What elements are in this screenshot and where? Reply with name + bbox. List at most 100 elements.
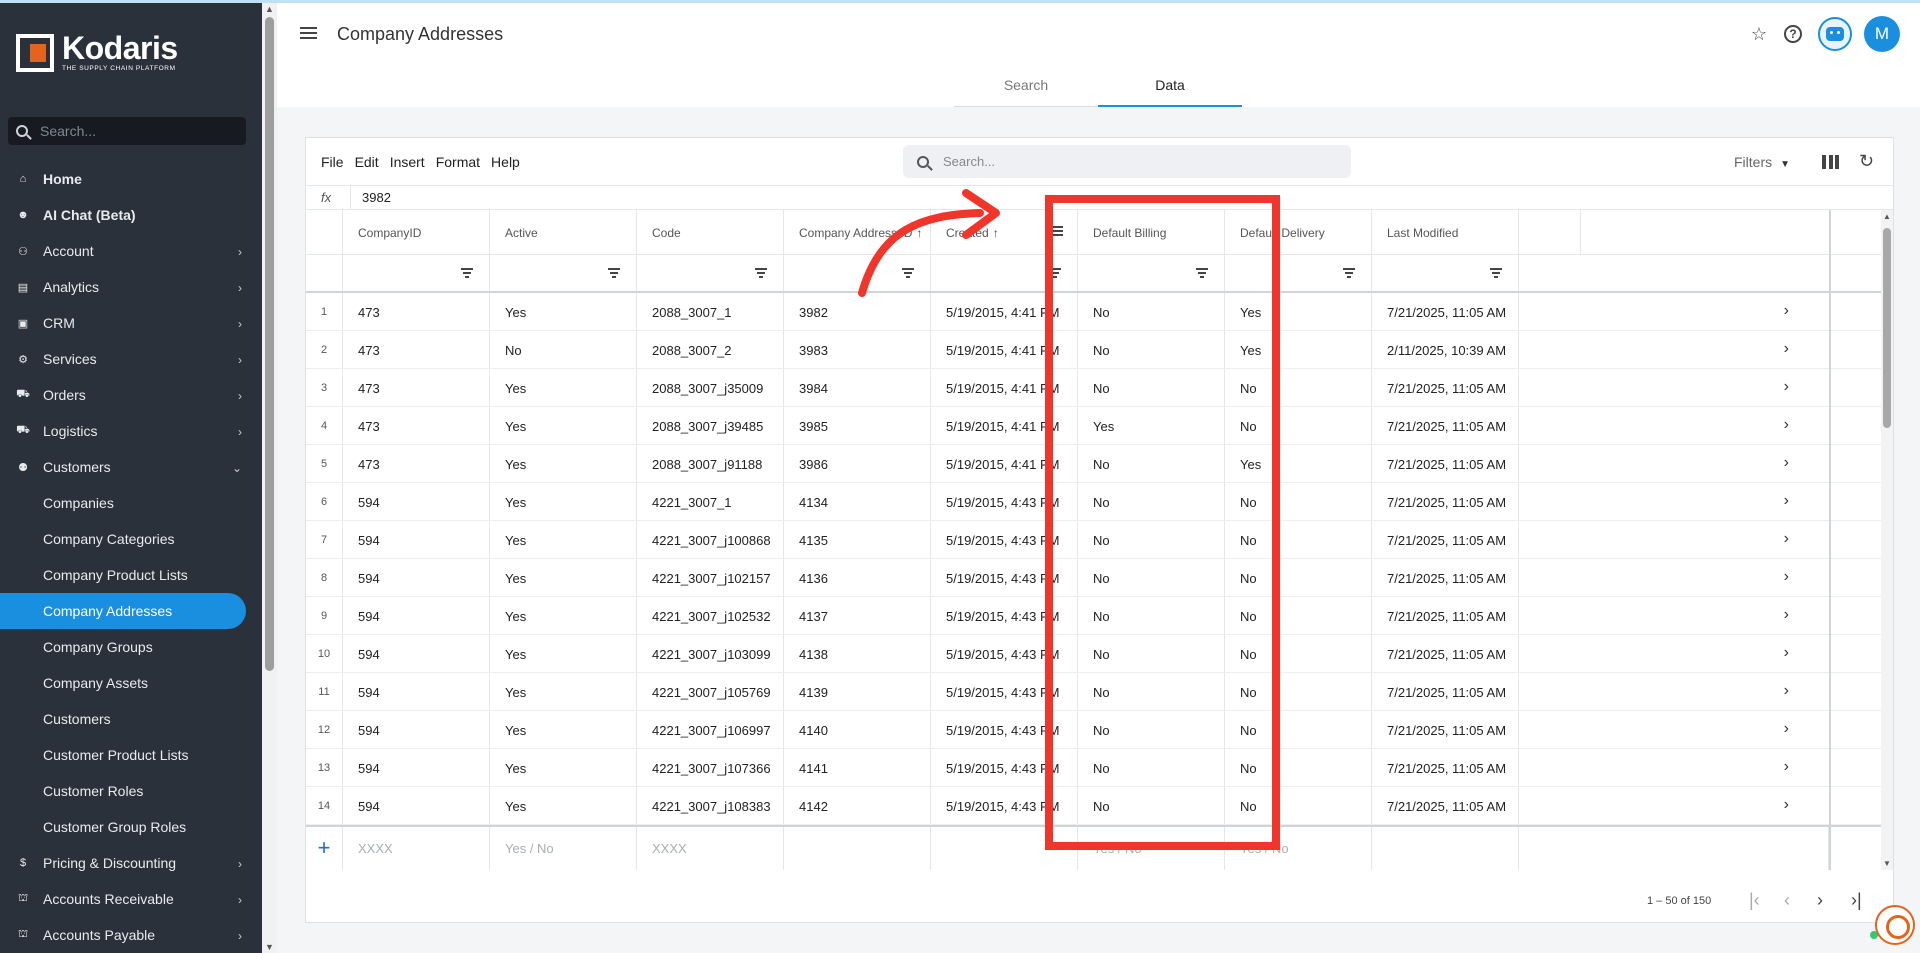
sidebar-item-logistics[interactable]: ⛟ Logistics › <box>0 413 262 449</box>
tab-data[interactable]: Data <box>1098 65 1242 107</box>
menu-help[interactable]: Help <box>491 154 520 170</box>
last-page-icon[interactable]: ›| <box>1851 890 1862 911</box>
open-row-chevron-icon[interactable]: › <box>1519 673 1829 710</box>
formula-value[interactable]: 3982 <box>362 190 391 205</box>
table-cell[interactable]: 2088_3007_j39485 <box>637 407 784 444</box>
sidebar-item-customers[interactable]: ⚉ Customers ⌄ <box>0 449 262 485</box>
table-cell[interactable]: 473 <box>343 445 490 482</box>
table-cell[interactable]: Yes <box>490 749 637 786</box>
table-cell[interactable]: Yes <box>490 407 637 444</box>
open-row-chevron-icon[interactable]: › <box>1519 749 1829 786</box>
sidebar-item-accounts-payable[interactable]: ⛫ Accounts Payable › <box>0 917 262 953</box>
table-cell[interactable]: 7/21/2025, 11:05 AM <box>1372 711 1519 748</box>
help-icon[interactable]: ? <box>1784 25 1802 43</box>
table-cell[interactable]: 4140 <box>784 711 931 748</box>
open-row-chevron-icon[interactable]: › <box>1519 445 1829 482</box>
refresh-icon[interactable]: ↻ <box>1859 151 1874 172</box>
sidebar-scrollbar[interactable]: ▲ ▼ <box>262 3 277 953</box>
table-cell[interactable]: 4221_3007_1 <box>637 483 784 520</box>
menu-file[interactable]: File <box>321 154 344 170</box>
table-cell[interactable]: 473 <box>343 369 490 406</box>
sidebar-subitem-company-product-lists[interactable]: Company Product Lists <box>0 557 262 593</box>
table-cell[interactable]: 7/21/2025, 11:05 AM <box>1372 635 1519 672</box>
table-cell[interactable]: 594 <box>343 711 490 748</box>
column-header-companyid[interactable]: CompanyID <box>343 210 490 254</box>
sidebar-subitem-customer-product-lists[interactable]: Customer Product Lists <box>0 737 262 773</box>
first-page-icon[interactable]: |‹ <box>1749 890 1760 911</box>
open-row-chevron-icon[interactable]: › <box>1519 559 1829 596</box>
table-cell[interactable]: 3985 <box>784 407 931 444</box>
table-cell[interactable]: 4137 <box>784 597 931 634</box>
sidebar-subitem-customers[interactable]: Customers <box>0 701 262 737</box>
user-avatar[interactable]: M <box>1864 16 1900 52</box>
table-cell[interactable]: 594 <box>343 673 490 710</box>
table-cell[interactable]: Yes <box>490 597 637 634</box>
table-cell[interactable]: 7/21/2025, 11:05 AM <box>1372 787 1519 824</box>
table-cell[interactable]: 594 <box>343 483 490 520</box>
table-cell[interactable]: 4134 <box>784 483 931 520</box>
column-header-code[interactable]: Code <box>637 210 784 254</box>
new-row-cell[interactable] <box>1372 827 1519 870</box>
sidebar-subitem-customer-roles[interactable]: Customer Roles <box>0 773 262 809</box>
sidebar-item-crm[interactable]: ▣ CRM › <box>0 305 262 341</box>
sidebar-item-account[interactable]: ⚇ Account › <box>0 233 262 269</box>
table-cell[interactable]: Yes <box>490 787 637 824</box>
table-cell[interactable]: 7/21/2025, 11:05 AM <box>1372 483 1519 520</box>
open-row-chevron-icon[interactable]: › <box>1519 407 1829 444</box>
table-cell[interactable]: 2088_3007_1 <box>637 293 784 330</box>
open-row-chevron-icon[interactable]: › <box>1519 787 1829 824</box>
table-cell[interactable]: 473 <box>343 331 490 368</box>
table-cell[interactable]: 4139 <box>784 673 931 710</box>
menu-edit[interactable]: Edit <box>355 154 379 170</box>
grid-scroll-thumb[interactable] <box>1883 228 1891 428</box>
table-cell[interactable]: 7/21/2025, 11:05 AM <box>1372 559 1519 596</box>
table-cell[interactable]: 4221_3007_j102532 <box>637 597 784 634</box>
table-cell[interactable]: 4221_3007_j105769 <box>637 673 784 710</box>
sidebar-subitem-company-groups[interactable]: Company Groups <box>0 629 262 665</box>
table-cell[interactable]: 4136 <box>784 559 931 596</box>
filters-dropdown[interactable]: Filters ▼ <box>1734 154 1790 170</box>
table-cell[interactable]: 4221_3007_j107366 <box>637 749 784 786</box>
table-cell[interactable]: 594 <box>343 521 490 558</box>
table-cell[interactable]: Yes <box>490 293 637 330</box>
filter-icon[interactable] <box>1490 268 1502 278</box>
table-cell[interactable]: 4221_3007_j103099 <box>637 635 784 672</box>
table-cell[interactable]: 7/21/2025, 11:05 AM <box>1372 673 1519 710</box>
open-row-chevron-icon[interactable]: › <box>1519 293 1829 330</box>
open-row-chevron-icon[interactable]: › <box>1519 635 1829 672</box>
sidebar-item-services[interactable]: ⚙ Services › <box>0 341 262 377</box>
open-row-chevron-icon[interactable]: › <box>1519 331 1829 368</box>
sidebar-scroll-thumb[interactable] <box>265 17 274 671</box>
sidebar-item-orders[interactable]: ⛟ Orders › <box>0 377 262 413</box>
table-cell[interactable]: 7/21/2025, 11:05 AM <box>1372 407 1519 444</box>
table-cell[interactable]: Yes <box>490 483 637 520</box>
table-cell[interactable]: 473 <box>343 293 490 330</box>
prev-page-icon[interactable]: ‹ <box>1784 890 1790 911</box>
filter-icon[interactable] <box>461 268 473 278</box>
table-cell[interactable]: 4141 <box>784 749 931 786</box>
table-cell[interactable]: 4135 <box>784 521 931 558</box>
open-row-chevron-icon[interactable]: › <box>1519 597 1829 634</box>
table-cell[interactable]: 3983 <box>784 331 931 368</box>
filter-icon[interactable] <box>608 268 620 278</box>
grid-scrollbar[interactable]: ▲ ▼ <box>1881 210 1893 870</box>
table-cell[interactable]: No <box>490 331 637 368</box>
new-row-cell[interactable] <box>784 827 931 870</box>
table-cell[interactable]: 594 <box>343 749 490 786</box>
filter-icon[interactable] <box>1343 268 1355 278</box>
table-cell[interactable]: 7/21/2025, 11:05 AM <box>1372 445 1519 482</box>
table-cell[interactable]: 7/21/2025, 11:05 AM <box>1372 749 1519 786</box>
table-cell[interactable]: 4221_3007_j100868 <box>637 521 784 558</box>
table-cell[interactable]: 4221_3007_j102157 <box>637 559 784 596</box>
table-cell[interactable]: Yes <box>490 369 637 406</box>
column-header-active[interactable]: Active <box>490 210 637 254</box>
new-row-cell[interactable]: XXXX <box>343 827 490 870</box>
open-row-chevron-icon[interactable]: › <box>1519 711 1829 748</box>
table-cell[interactable]: 7/21/2025, 11:05 AM <box>1372 521 1519 558</box>
table-cell[interactable]: 4142 <box>784 787 931 824</box>
kodaris-logo[interactable]: Kodaris THE SUPPLY CHAIN PLATFORM <box>16 32 178 72</box>
sidebar-search-input[interactable] <box>40 123 230 139</box>
sidebar-item-accounts-receivable[interactable]: ⛫ Accounts Receivable › <box>0 881 262 917</box>
table-cell[interactable]: 3984 <box>784 369 931 406</box>
table-cell[interactable]: Yes <box>490 559 637 596</box>
